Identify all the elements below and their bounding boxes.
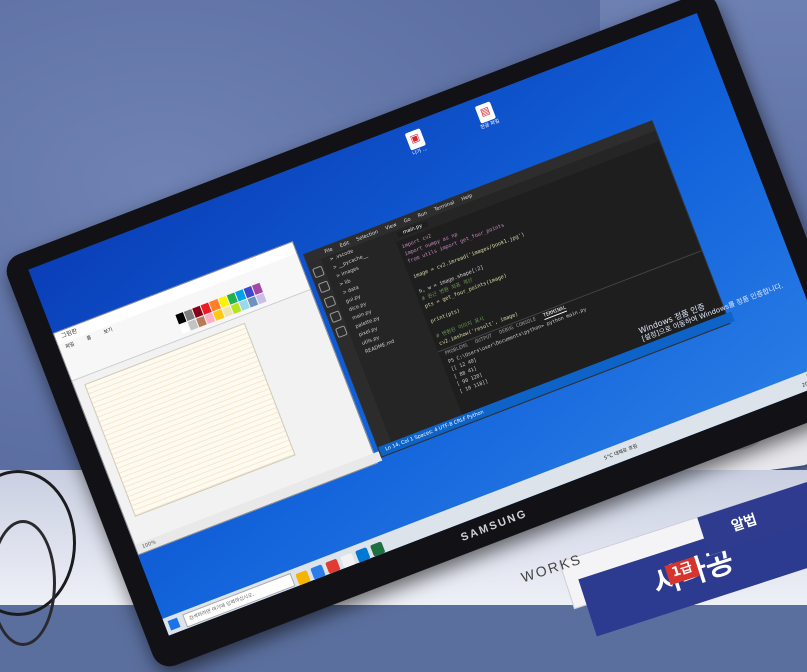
run-debug-icon[interactable]: [329, 310, 343, 324]
search-icon[interactable]: [317, 280, 331, 294]
extensions-icon[interactable]: [334, 325, 348, 339]
paint-tab-file[interactable]: 파일: [65, 341, 76, 350]
start-button[interactable]: [167, 617, 181, 631]
paint-tab-view[interactable]: 보기: [103, 327, 114, 336]
explorer-icon[interactable]: [311, 265, 325, 279]
source-control-icon[interactable]: [323, 295, 337, 309]
paint-tab-home[interactable]: 홈: [86, 335, 92, 342]
